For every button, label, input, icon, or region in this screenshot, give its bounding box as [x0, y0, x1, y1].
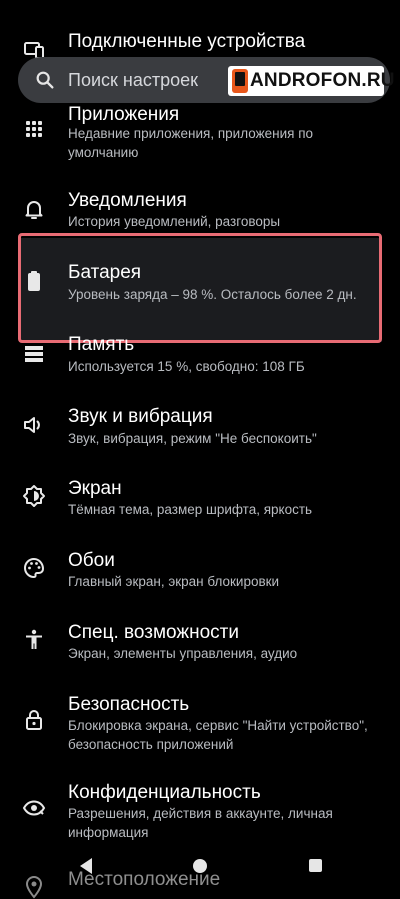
- bell-icon: [22, 197, 46, 221]
- lock-icon: [22, 708, 46, 732]
- settings-item-subtitle: Экран, элементы управления, аудио: [68, 646, 298, 661]
- settings-item-storage[interactable]: Память Используется 15 %, свободно: 108 …: [0, 330, 400, 380]
- volume-icon: [22, 413, 46, 437]
- settings-item-subtitle: Блокировка экрана, сервис "Найти устройс…: [68, 718, 368, 752]
- settings-item-title: Звук и вибрация: [68, 406, 213, 427]
- settings-item-privacy[interactable]: Конфиденциальность Разрешения, действия …: [0, 776, 400, 846]
- settings-item-title: Приложения: [68, 104, 180, 125]
- settings-item-title: Спец. возможности: [68, 622, 239, 643]
- settings-item-subtitle: Разрешения, действия в аккаунте, личная …: [68, 806, 333, 840]
- settings-item-subtitle: Недавние приложения, приложения по умолч…: [68, 126, 314, 160]
- settings-item-title: Память: [68, 334, 135, 355]
- settings-item-title: Экран: [68, 478, 122, 499]
- apps-icon: [22, 117, 46, 141]
- settings-item-subtitle: Звук, вибрация, режим "Не беспокоить": [68, 431, 317, 446]
- settings-item-sound[interactable]: Звук и вибрация Звук, вибрация, режим "Н…: [0, 400, 400, 455]
- settings-item-apps[interactable]: Приложения Недавние приложения, приложен…: [0, 96, 400, 166]
- highlight-frame: [18, 233, 382, 343]
- settings-item-title: Конфиденциальность: [68, 782, 261, 803]
- navigation-bar: [0, 850, 400, 889]
- storage-icon: [22, 342, 46, 366]
- settings-item-accessibility[interactable]: Спец. возможности Экран, элементы управл…: [0, 616, 400, 671]
- watermark-text: ANDROFON.RU: [250, 70, 395, 91]
- back-icon[interactable]: [80, 858, 92, 874]
- settings-item-title: Уведомления: [68, 190, 187, 211]
- settings-item-connected-devices[interactable]: Подключенные устройства: [0, 28, 400, 59]
- settings-item-display[interactable]: Экран Тёмная тема, размер шрифта, яркост…: [0, 472, 400, 527]
- settings-item-title: Подключенные устройства: [68, 31, 306, 52]
- settings-item-title: Обои: [68, 550, 115, 571]
- home-icon[interactable]: [193, 859, 207, 873]
- settings-item-title: Безопасность: [68, 694, 190, 715]
- settings-item-subtitle: Главный экран, экран блокировки: [68, 574, 280, 589]
- settings-item-security[interactable]: Безопасность Блокировка экрана, сервис "…: [0, 688, 400, 758]
- settings-item-notifications[interactable]: Уведомления История уведомлений, разгово…: [0, 180, 400, 235]
- settings-item-subtitle: Используется 15 %, свободно: 108 ГБ: [68, 359, 305, 374]
- search-placeholder: Поиск настроек: [68, 70, 198, 90]
- watermark: ANDROFON.RU: [228, 66, 395, 96]
- recents-icon[interactable]: [309, 859, 322, 872]
- settings-item-subtitle: История уведомлений, разговоры: [68, 214, 281, 229]
- phone-logo-icon: [232, 69, 248, 93]
- privacy-eye-icon: [22, 796, 46, 820]
- settings-list: Подключенные устройства Приложения Недав…: [0, 0, 400, 899]
- accessibility-icon: [22, 628, 46, 652]
- settings-item-wallpaper[interactable]: Обои Главный экран, экран блокировки: [0, 544, 400, 599]
- search-icon: [34, 69, 56, 91]
- display-icon: [22, 484, 46, 508]
- settings-item-subtitle: Тёмная тема, размер шрифта, яркость: [68, 502, 313, 517]
- palette-icon: [22, 556, 46, 580]
